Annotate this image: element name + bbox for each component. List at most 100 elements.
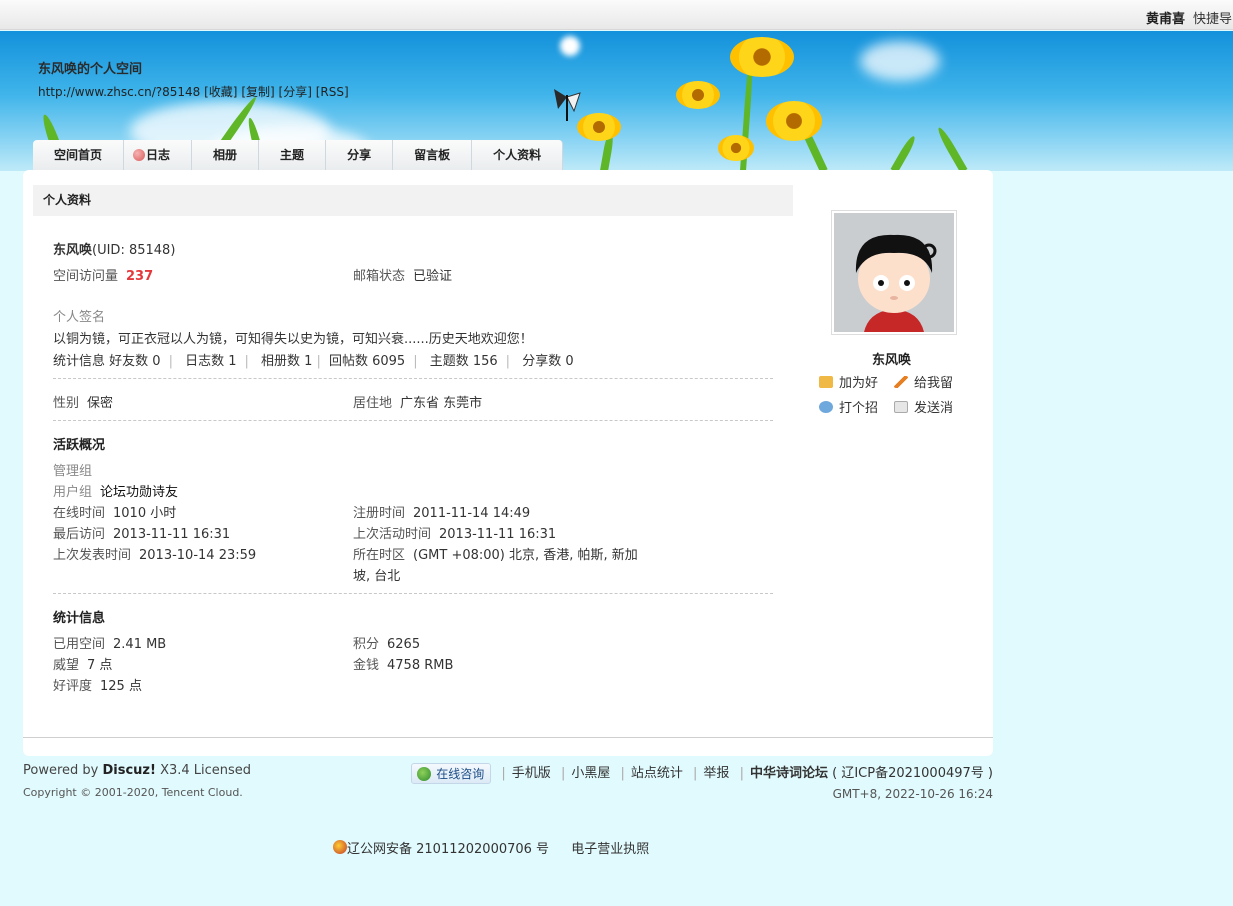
stats-label: 统计信息: [53, 354, 106, 369]
profile-name: 东风唤: [53, 243, 93, 258]
online-consult-button[interactable]: 在线咨询: [411, 763, 492, 784]
online-row: 在线时间 1010 小时: [53, 502, 176, 521]
tab-guestbook[interactable]: 留言板: [393, 140, 473, 171]
last-post-label: 上次发表时间: [53, 548, 132, 563]
copy-link[interactable]: [复制]: [241, 85, 274, 99]
admin-group-label: 管理组: [53, 464, 93, 479]
send-message-link[interactable]: 发送消: [894, 397, 953, 416]
space-url-line: http://www.zhsc.cn/?85148 [收藏] [复制] [分享]…: [38, 83, 349, 100]
add-friend-link[interactable]: 加为好: [819, 372, 878, 391]
money-label: 金钱: [353, 658, 380, 673]
residence-row: 居住地 广东省 东莞市: [353, 392, 482, 411]
pencil-icon: [894, 376, 908, 388]
last-visit-label: 最后访问: [53, 527, 106, 542]
money-value: 4758 RMB: [387, 658, 454, 673]
globe-icon: [417, 767, 432, 781]
blackroom-link[interactable]: 小黑屋: [571, 766, 610, 781]
tab-album[interactable]: 相册: [192, 140, 260, 171]
prestige-value: 7 点: [87, 658, 113, 673]
powered-suffix: X3.4 Licensed: [155, 763, 252, 778]
user-group-value[interactable]: 论坛功勋诗友: [100, 485, 178, 500]
online-value: 1010 小时: [113, 506, 177, 521]
friends-count[interactable]: 好友数 0: [109, 354, 160, 369]
mobile-link[interactable]: 手机版: [512, 766, 551, 781]
people-icon: [819, 401, 833, 413]
email-row: 邮箱状态 已验证: [353, 265, 452, 284]
discuz-link[interactable]: Discuz!: [102, 763, 155, 778]
envelope-icon: [894, 401, 908, 413]
visits-label: 空间访问量: [53, 269, 119, 284]
tab-home[interactable]: 空间首页: [33, 140, 125, 171]
threads-count[interactable]: 主题数 156: [430, 354, 498, 369]
timezone-value-line2: 坡, 台北: [353, 569, 401, 584]
tab-profile[interactable]: 个人资料: [472, 140, 564, 171]
section-title: 个人资料: [33, 185, 793, 216]
signature-label: 个人签名: [53, 310, 106, 325]
space-nav: 空间首页 日志 相册 主题 分享 留言板 个人资料: [33, 140, 564, 171]
police-record-link[interactable]: 辽公网安备 21011202000706 号: [347, 842, 549, 857]
residence-label: 居住地: [353, 396, 393, 411]
divider: [53, 593, 773, 594]
tab-blog[interactable]: 日志: [124, 140, 193, 171]
site-name-link[interactable]: 中华诗词论坛: [750, 766, 828, 781]
icp-link[interactable]: ( 辽ICP备2021000497号 ): [832, 766, 993, 781]
space-used-row: 已用空间 2.41 MB: [53, 633, 166, 652]
rating-value: 125 点: [100, 679, 142, 694]
space-title: 东风唤的个人空间: [38, 62, 143, 77]
powered-prefix: Powered by: [23, 763, 103, 778]
add-friend-label: 加为好: [839, 376, 879, 391]
signature-text: 以铜为镜，可正衣冠以人为镜，可知得失以史为镜，可知兴衰......历史天地欢迎您…: [53, 332, 533, 347]
police-badge-icon: [333, 840, 347, 854]
space-url[interactable]: http://www.zhsc.cn/?85148: [38, 85, 200, 99]
statistics-title: 统计信息: [53, 611, 106, 626]
albums-count[interactable]: 相册数 1: [261, 354, 312, 369]
last-post-value: 2013-10-14 23:59: [139, 548, 257, 563]
last-visit-row: 最后访问 2013-11-11 16:31: [53, 523, 230, 542]
side-username[interactable]: 东风唤: [872, 349, 911, 368]
last-active-label: 上次活动时间: [353, 527, 432, 542]
butterfly-icon: [552, 87, 582, 127]
gender-label: 性别: [53, 396, 80, 411]
consult-label: 在线咨询: [436, 767, 485, 781]
greet-link[interactable]: 打个招: [819, 397, 878, 416]
send-message-label: 发送消: [914, 401, 954, 416]
tab-threads[interactable]: 主题: [259, 140, 327, 171]
greet-label: 打个招: [839, 401, 879, 416]
quick-nav-link[interactable]: 快捷导: [1193, 8, 1233, 27]
user-group-label: 用户组: [53, 485, 93, 500]
leave-message-link[interactable]: 给我留: [894, 372, 953, 391]
tab-blog-label: 日志: [146, 148, 171, 162]
business-license-link[interactable]: 电子营业执照: [571, 842, 649, 857]
shares-count[interactable]: 分享数 0: [522, 354, 573, 369]
rss-link[interactable]: [RSS]: [316, 85, 349, 99]
last-post-row: 上次发表时间 2013-10-14 23:59: [53, 544, 256, 563]
favorite-link[interactable]: [收藏]: [204, 85, 237, 99]
avatar[interactable]: [831, 210, 957, 335]
police-record: 辽公网安备 21011202000706 号 电子营业执照: [333, 838, 649, 857]
activity-title: 活跃概况: [53, 438, 106, 453]
visits-count: 237: [126, 269, 154, 284]
blogs-count[interactable]: 日志数 1: [185, 354, 236, 369]
last-visit-value: 2013-11-11 16:31: [113, 527, 231, 542]
report-link[interactable]: 举报: [703, 766, 729, 781]
handshake-icon: [819, 376, 833, 388]
stats-row: 统计信息 好友数 0 | 日志数 1 | 相册数 1 | 回帖数 6095 | 主题数 …: [53, 354, 574, 369]
timezone-value-line1: (GMT +08:00) 北京, 香港, 帕斯, 新加: [413, 548, 638, 563]
prestige-row: 威望 7 点: [53, 654, 112, 673]
footer-links: 在线咨询 | 手机版 | 小黑屋 | 站点统计 | 举报 | 中华诗词论坛 ( 辽ICP备…: [411, 762, 993, 784]
panel-divider: [23, 737, 993, 738]
visits-row: 空间访问量 237: [53, 265, 153, 284]
replies-count[interactable]: 回帖数 6095: [329, 354, 405, 369]
money-row: 金钱 4758 RMB: [353, 654, 453, 673]
email-label: 邮箱状态: [353, 269, 406, 284]
register-value: 2011-11-14 14:49: [413, 506, 531, 521]
space-used-label: 已用空间: [53, 637, 106, 652]
share-link[interactable]: [分享]: [279, 85, 312, 99]
last-active-row: 上次活动时间 2013-11-11 16:31: [353, 523, 556, 542]
site-stats-link[interactable]: 站点统计: [631, 766, 683, 781]
prestige-label: 威望: [53, 658, 80, 673]
rating-label: 好评度: [53, 679, 93, 694]
avatar-image: [834, 213, 954, 332]
username-link[interactable]: 黄甫喜: [1146, 8, 1185, 27]
tab-share[interactable]: 分享: [326, 140, 394, 171]
